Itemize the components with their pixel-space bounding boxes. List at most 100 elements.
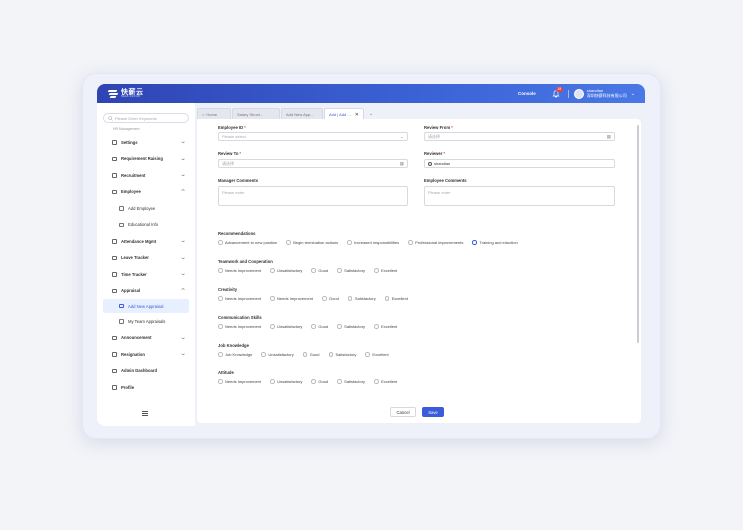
radio-button[interactable] xyxy=(322,296,327,301)
radio-option[interactable]: Good xyxy=(311,268,328,273)
review-from-date-picker[interactable]: 请选择 ▦ xyxy=(424,132,615,141)
radio-option[interactable]: Excellent xyxy=(374,379,397,384)
radio-option[interactable]: Satisfactory xyxy=(337,324,365,329)
sidebar-item[interactable]: Requirement Raising ⌄ xyxy=(97,151,195,168)
radio-option[interactable]: Good xyxy=(322,296,339,301)
radio-option[interactable]: Unsatisfactory xyxy=(270,379,302,384)
sidebar-search[interactable]: Please Enter Keywords xyxy=(103,113,189,123)
radio-option[interactable]: Training and eduction xyxy=(472,240,518,245)
sidebar-item[interactable]: Add New Appraisal xyxy=(103,299,189,313)
radio-button[interactable] xyxy=(328,352,333,357)
radio-option[interactable]: Excellent xyxy=(374,268,397,273)
radio-button[interactable] xyxy=(374,324,379,329)
scrollbar[interactable] xyxy=(637,125,639,343)
radio-button[interactable] xyxy=(218,352,223,357)
user-menu[interactable]: shandian 深圳快薪科技有限公司 xyxy=(587,88,627,98)
radio-button[interactable] xyxy=(384,296,390,301)
radio-button[interactable] xyxy=(347,296,353,301)
radio-button[interactable] xyxy=(218,240,223,245)
radio-option[interactable]: Begin termination actions xyxy=(286,240,338,245)
sidebar-item[interactable]: Profile xyxy=(97,379,195,396)
radio-button[interactable] xyxy=(270,379,275,384)
radio-option[interactable]: Needs Improvement xyxy=(218,268,261,273)
radio-option[interactable]: Needs Improvement xyxy=(218,324,261,329)
radio-option[interactable]: Unsatisfactory xyxy=(270,268,302,273)
sidebar-item[interactable]: Employee ⌃ xyxy=(97,184,195,201)
radio-option[interactable]: Professional improvements xyxy=(408,240,463,245)
sidebar-item[interactable]: Resignation ⌄ xyxy=(97,346,195,363)
manager-comments-textarea[interactable]: Please enter xyxy=(218,186,408,206)
sidebar-item-clipped[interactable]: HR Management xyxy=(113,127,139,131)
employee-id-select[interactable]: Please select ⌄ xyxy=(218,132,408,141)
radio-button[interactable] xyxy=(311,379,316,384)
radio-option[interactable]: Needs Improvement xyxy=(218,379,261,384)
radio-button[interactable] xyxy=(270,296,275,301)
reviewer-field[interactable]: shandian xyxy=(424,159,615,168)
menu-item-icon xyxy=(112,239,117,244)
sidebar-item[interactable]: Recruitment ⌄ xyxy=(97,167,195,184)
sidebar-item[interactable]: Time Tracker ⌄ xyxy=(97,266,195,283)
sidebar-item[interactable]: Announcement ⌄ xyxy=(97,330,195,347)
notification-button[interactable]: 18 xyxy=(552,86,563,98)
sidebar-item[interactable]: Educational Info xyxy=(97,217,195,234)
radio-button[interactable] xyxy=(286,240,291,245)
review-to-date-picker[interactable]: 请选择 ▦ xyxy=(218,159,408,168)
radio-button[interactable] xyxy=(337,324,342,329)
radio-option[interactable]: Satisfactory xyxy=(328,352,356,357)
radio-option[interactable]: Needs Improvement xyxy=(218,296,261,301)
radio-option[interactable]: Good xyxy=(311,324,328,329)
radio-button[interactable] xyxy=(337,268,342,273)
radio-option[interactable]: Satisfactory xyxy=(337,379,365,384)
radio-button[interactable] xyxy=(472,240,477,245)
sidebar-item[interactable]: Leave Tracker ⌄ xyxy=(97,250,195,267)
radio-option[interactable]: Needs Improvement xyxy=(270,296,313,301)
radio-button[interactable] xyxy=(218,268,223,273)
radio-button[interactable] xyxy=(374,379,379,384)
radio-button[interactable] xyxy=(302,352,308,357)
radio-option[interactable]: Satisfactory xyxy=(347,296,376,301)
sidebar-item[interactable]: Appraisal ⌃ xyxy=(97,283,195,300)
sidebar-item[interactable]: Admin Dashboard xyxy=(97,363,195,380)
sidebar-item[interactable]: Add Employee xyxy=(97,200,195,217)
sidebar-item-label: My Team Appraisals xyxy=(128,318,166,324)
radio-button[interactable] xyxy=(218,296,223,301)
radio-button[interactable] xyxy=(337,379,342,384)
chevron-down-icon[interactable]: ⌄ xyxy=(631,91,635,97)
brand-logo[interactable]: 快薪云 SAAS CLOUD xyxy=(106,89,144,99)
radio-option[interactable]: Satisfactory xyxy=(337,268,365,273)
sidebar-item[interactable]: Settings ⌄ xyxy=(97,134,195,151)
radio-button[interactable] xyxy=(408,240,413,245)
radio-button[interactable] xyxy=(261,352,266,357)
radio-option[interactable]: Job Knowledge xyxy=(218,352,252,357)
radio-option[interactable]: Excellent xyxy=(374,324,397,329)
radio-option[interactable]: Excellent xyxy=(365,352,389,357)
radio-option[interactable]: Good xyxy=(302,352,320,357)
reviewer-label: Reviewer* xyxy=(424,151,446,156)
radio-option[interactable]: Good xyxy=(311,379,328,384)
tabs-more-icon[interactable]: ⌄ xyxy=(369,111,373,117)
close-icon[interactable]: ✕ xyxy=(355,112,359,118)
radio-option[interactable]: Advancement to new position xyxy=(218,240,277,245)
sidebar-item[interactable]: Attendance Mgmt ⌄ xyxy=(97,233,195,250)
radio-button[interactable] xyxy=(218,324,223,329)
sidebar-item[interactable]: My Team Appraisals xyxy=(97,313,195,330)
radio-button[interactable] xyxy=(374,268,379,273)
console-link[interactable]: Console xyxy=(518,91,536,96)
avatar[interactable] xyxy=(573,88,584,99)
radio-button[interactable] xyxy=(365,352,370,357)
radio-option[interactable]: Excellent xyxy=(384,296,408,301)
radio-option[interactable]: Unsatisfactory xyxy=(261,352,294,357)
radio-button[interactable] xyxy=(311,324,316,329)
menu-collapse-icon[interactable] xyxy=(142,411,148,416)
radio-button[interactable] xyxy=(270,324,275,329)
radio-option[interactable]: Unsatisfactory xyxy=(270,324,302,329)
radio-button[interactable] xyxy=(311,268,316,273)
save-button[interactable]: Save xyxy=(422,407,444,417)
cancel-button[interactable]: Cancel xyxy=(390,407,416,417)
employee-comments-textarea[interactable]: Please enter xyxy=(424,186,615,206)
radio-button[interactable] xyxy=(270,268,275,273)
search-input[interactable]: Please Enter Keywords xyxy=(115,116,157,121)
radio-button[interactable] xyxy=(218,379,223,384)
radio-button[interactable] xyxy=(347,240,352,245)
radio-option[interactable]: Increased responsibilities xyxy=(347,240,399,245)
